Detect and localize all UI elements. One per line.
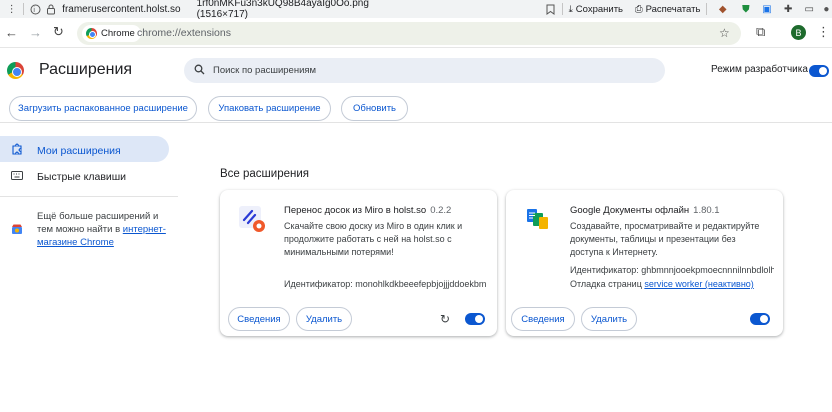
tab-icon[interactable]: ▭ [804,2,815,16]
update-button[interactable]: Обновить [341,96,408,121]
inspect-views: Отладка страниц service worker (неактивн… [570,279,754,289]
separator [706,3,708,15]
reload-icon[interactable]: ↻ [53,24,64,40]
save-label: Сохранить [575,3,623,15]
extension-toggle[interactable] [465,313,485,325]
separator [23,3,24,15]
lock-icon[interactable] [45,2,56,16]
menu-icon[interactable]: ⋮ [817,24,830,40]
separator [561,3,563,15]
sidebar-item-label: Мои расширения [37,144,121,157]
search-box[interactable] [184,58,665,83]
dev-mode-label: Режим разработчика [711,64,808,75]
sidebar-item-my-extensions[interactable]: Мои расширения [11,143,121,158]
extension-toggle[interactable] [750,313,770,325]
extension-id: Идентификатор: monohlkdkbeeefepbjojjjddo… [284,279,486,289]
load-unpacked-button[interactable]: Загрузить распакованное расширение [9,96,197,121]
extension-name: Перенос досок из Miro в holst.so 0.2.2 [284,205,451,216]
address-bar-row: ← → ↻ Chrome chrome://extensions ☆ ⧉ B ⋮ [0,20,832,48]
extensions-icon[interactable]: ⧉ [756,24,765,40]
dev-mode-toggle[interactable] [809,65,829,77]
search-input[interactable] [213,65,633,76]
holst-extension-icon [238,205,266,233]
viewer-bar: ⋮ i framerusercontent.holst.so 1rf0nMKFu… [0,0,832,20]
extension-title: Перенос досок из Miro в holst.so [284,205,427,216]
section-title: Все расширения [220,168,309,180]
extension-card: Перенос досок из Miro в holst.so 0.2.2 Ск… [220,190,497,336]
reload-extension-icon[interactable]: ↻ [440,312,450,326]
extension-version: 1.80.1 [693,205,720,216]
shield-extension-icon[interactable]: ⛊ [740,2,751,16]
viewer-domain: framerusercontent.holst.so [62,3,181,15]
remove-button[interactable]: Удалить [581,307,637,331]
extension-id: Идентификатор: ghbmnnjooekpmoecnnnilnnbd… [570,265,774,275]
star-icon[interactable]: ☆ [719,26,730,40]
chip-label: Chrome [101,28,135,39]
details-button[interactable]: Сведения [511,307,575,331]
sidebar-item-label: Быстрые клавиши [37,171,127,183]
omnibox[interactable]: Chrome chrome://extensions ☆ [77,22,741,45]
webstore-note: Ещё больше расширений и тем можно найти … [37,210,167,249]
extension-description: Скачайте свою доску из Miro в один клик … [284,221,463,257]
url-text[interactable]: chrome://extensions [137,27,231,39]
back-icon[interactable]: ← [5,25,18,40]
puzzle-extension-icon[interactable]: ✚ [783,2,794,16]
dots-icon[interactable]: ⋮ [6,2,17,16]
save-button[interactable]: ⤓ Сохранить [569,4,623,15]
page-title: Расширения [39,61,133,78]
extension-description: Создавайте, просматривайте и редактируйт… [570,221,760,257]
keyboard-icon [11,171,23,183]
chrome-chip[interactable]: Chrome [82,25,141,42]
forward-icon[interactable]: → [29,25,42,40]
profile-icon[interactable]: ● [821,2,832,16]
header-divider [0,122,832,123]
remove-button[interactable]: Удалить [296,307,352,331]
extension-name: Google Документы офлайн 1.80.1 [570,205,720,216]
sidebar-item-shortcuts[interactable]: Быстрые клавиши [11,171,126,183]
viewer-filename: 1rf0nMKFu3n3kUQ98B4ayaIg0Oo.png (1516×71… [196,0,369,20]
extension-card: Google Документы офлайн 1.80.1 Создавайте… [506,190,783,336]
download-icon: ⤓ [568,3,573,15]
webstore-icon [11,222,23,240]
translate-extension-icon[interactable]: ▣ [761,2,772,16]
print-label: Распечатать [645,3,701,15]
puzzle-icon [11,143,23,158]
bookmark-icon[interactable] [545,2,556,16]
print-icon: ⎙ [635,3,643,15]
chrome-logo-icon [7,62,24,79]
print-button[interactable]: ⎙ Распечатать [635,4,700,15]
inspect-label: Отладка страниц [570,279,642,289]
service-worker-link[interactable]: service worker (неактивно) [644,279,753,289]
profile-avatar[interactable]: B [791,25,806,40]
search-icon [194,62,205,80]
chrome-logo-icon [86,28,97,39]
sidebar-divider [0,196,178,197]
extension-version: 0.2.2 [430,205,452,216]
google-docs-offline-icon [524,205,552,233]
pack-extension-button[interactable]: Упаковать расширение [208,96,331,121]
site-info-icon[interactable]: i [30,2,41,16]
extension-title: Google Документы офлайн [570,205,690,216]
details-button[interactable]: Сведения [228,307,290,331]
fox-extension-icon[interactable]: ◆ [717,2,728,16]
svg-text:i: i [33,7,35,14]
